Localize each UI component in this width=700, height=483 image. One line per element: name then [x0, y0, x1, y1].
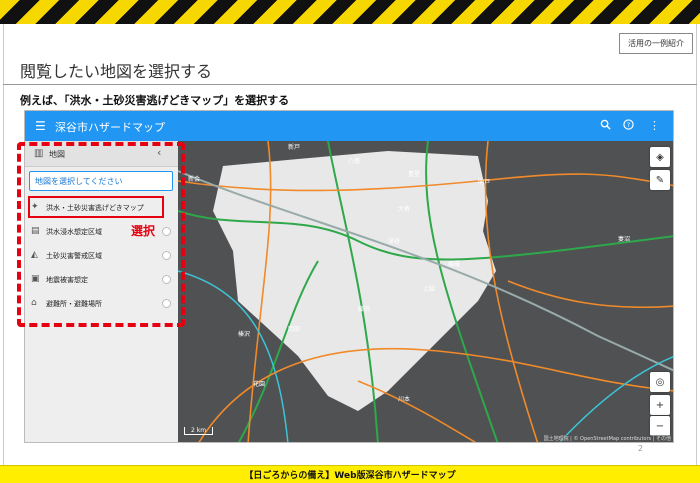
svg-text:明戸: 明戸 — [478, 179, 490, 186]
svg-text:花園: 花園 — [253, 380, 265, 388]
svg-text:八基: 八基 — [348, 157, 360, 165]
app-title: 深谷市ハザードマップ — [55, 121, 165, 134]
svg-text:豊里: 豊里 — [408, 170, 420, 178]
layers-icon[interactable]: ◈ — [650, 147, 670, 167]
menu-icon[interactable]: ☰ — [35, 119, 46, 133]
option-highlight-box — [28, 196, 164, 218]
edit-icon[interactable]: ✎ — [650, 170, 670, 190]
map-scale: 2 km — [184, 427, 214, 435]
usage-example-button[interactable]: 活用の一例紹介 — [619, 33, 693, 54]
svg-text:榛沢: 榛沢 — [238, 330, 250, 338]
svg-text:藤沢: 藤沢 — [358, 305, 370, 313]
zoom-out-icon[interactable]: − — [650, 416, 670, 436]
svg-text:深谷: 深谷 — [388, 237, 400, 245]
svg-text:上柴: 上柴 — [423, 285, 435, 293]
instruction-text: 例えば、「洪水・土砂災害逃げどきマップ」を選択する — [20, 94, 290, 107]
locate-icon[interactable]: ◎ — [650, 372, 670, 392]
svg-text:岡部: 岡部 — [288, 325, 300, 333]
select-annotation: 選択 — [131, 224, 156, 238]
svg-text:川本: 川本 — [398, 395, 410, 403]
map-view[interactable]: 八基 深谷 上柴 藤沢 岡部 榛沢 花園 川本 明戸 大寄 幡羅 豊里 新戸 新… — [178, 141, 673, 442]
svg-text:妻沼: 妻沼 — [618, 235, 630, 243]
zoom-in-icon[interactable]: + — [650, 395, 670, 415]
title-divider — [3, 84, 697, 85]
map-attribution[interactable]: 国土地理院 | © OpenStreetMap contributors | そ… — [541, 435, 673, 442]
svg-text:新会: 新会 — [188, 175, 200, 183]
svg-text:新戸: 新戸 — [288, 143, 300, 151]
hazard-stripe-banner — [0, 0, 700, 24]
page-title: 閲覧したい地図を選択する — [20, 62, 213, 81]
footer-banner: 【日ごろからの備え】Web版深谷市ハザードマップ — [0, 465, 700, 483]
svg-text:大寄: 大寄 — [398, 205, 410, 213]
svg-text:幡羅: 幡羅 — [448, 260, 460, 268]
svg-text:?: ? — [627, 121, 630, 129]
search-icon[interactable] — [600, 119, 611, 133]
help-icon[interactable]: ? — [623, 119, 634, 133]
map-basemap: 八基 深谷 上柴 藤沢 岡部 榛沢 花園 川本 明戸 大寄 幡羅 豊里 新戸 新… — [178, 141, 673, 442]
page-number: 2 — [638, 444, 644, 453]
panel-highlight-dashed-box — [17, 142, 185, 327]
more-vert-icon[interactable]: ⋮ — [649, 119, 660, 132]
app-bar: ☰ 深谷市ハザードマップ ? ⋮ — [25, 111, 673, 141]
